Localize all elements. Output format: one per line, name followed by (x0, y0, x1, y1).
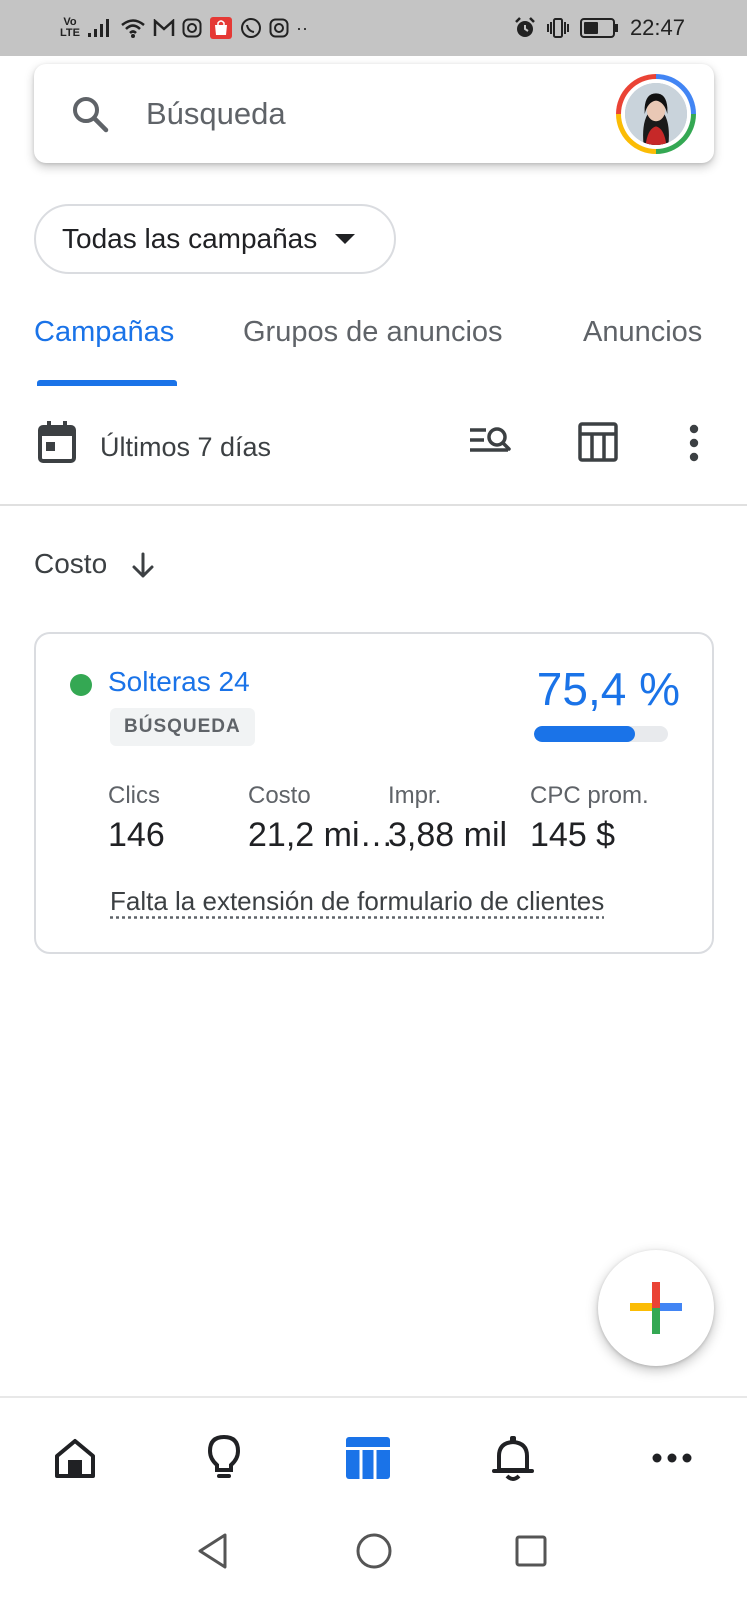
campaign-filter-dropdown[interactable]: Todas las campañas (34, 204, 396, 274)
shopping-icon (209, 17, 232, 39)
sort-label[interactable]: Costo (34, 548, 107, 580)
metric-value: 21,2 mi… (248, 816, 394, 854)
status-bar: Vo LTE ·· 22:47 (0, 0, 747, 56)
system-back-button[interactable] (188, 1526, 238, 1576)
metric-clicks: Clics 146 (108, 782, 165, 855)
metric-value: 145 $ (530, 816, 616, 854)
home-icon (55, 1439, 95, 1478)
toolbar-divider (0, 504, 747, 506)
search-bar[interactable] (34, 64, 714, 163)
metric-cost: Costo 21,2 mi… (248, 782, 394, 855)
bottom-navigation (0, 1396, 747, 1506)
nav-notifications[interactable] (483, 1428, 543, 1488)
metric-label: CPC prom. (530, 782, 649, 809)
wifi-icon (121, 19, 145, 38)
campaign-progress-bar (534, 726, 668, 742)
status-bar-left: Vo LTE ·· (60, 14, 308, 42)
alarm-icon (515, 17, 535, 37)
campaign-percent: 75,4 % (536, 663, 680, 715)
campaigns-table-icon (346, 1437, 390, 1479)
progress-fill (534, 726, 636, 742)
status-bar-right: 22:47 (514, 14, 685, 42)
nav-home[interactable] (45, 1428, 105, 1488)
status-time: 22:47 (629, 15, 685, 40)
account-avatar-button[interactable] (616, 74, 696, 154)
filter-search-icon[interactable] (468, 424, 512, 456)
signal-icon (87, 19, 109, 37)
active-tab-indicator (37, 380, 177, 386)
system-home-button[interactable] (349, 1526, 399, 1576)
campaign-card[interactable]: Solteras 24 BÚSQUEDA 75,4 % Clics 146 Co… (34, 632, 714, 954)
columns-table-icon[interactable] (578, 422, 618, 462)
campaign-name[interactable]: Solteras 24 (108, 666, 250, 698)
campaign-filter-label: Todas las campañas (62, 223, 318, 254)
vibrate-icon (546, 18, 569, 38)
missing-extension-warning-link[interactable]: Falta la extensión de formulario de clie… (110, 886, 604, 917)
arrow-down-icon[interactable] (130, 551, 156, 579)
campaign-type-badge: BÚSQUEDA (110, 708, 255, 746)
calendar-icon[interactable] (37, 420, 77, 464)
avatar (625, 83, 687, 145)
more-notifications: ·· (295, 17, 308, 38)
lightbulb-icon (207, 1434, 241, 1478)
volte-indicator: Vo LTE (60, 17, 80, 39)
metric-label: Impr. (388, 782, 442, 809)
metric-avg-cpc: CPC prom. 145 $ (530, 782, 649, 855)
battery-icon (579, 18, 618, 38)
nav-recommendations[interactable] (194, 1428, 254, 1488)
more-horizontal-icon (652, 1453, 692, 1463)
metric-impressions: Impr. 3,88 mil (388, 782, 507, 855)
back-triangle-icon (198, 1533, 227, 1569)
add-fab-button[interactable] (598, 1250, 714, 1366)
metric-value: 146 (108, 816, 165, 854)
metric-label: Clics (108, 782, 160, 809)
system-navigation-bar (0, 1506, 747, 1600)
metric-label: Costo (248, 782, 311, 809)
nav-more[interactable] (642, 1428, 702, 1488)
gmail-icon (153, 19, 175, 36)
campaign-status-dot (70, 674, 92, 696)
tab-ad-groups[interactable]: Grupos de anuncios (243, 316, 503, 349)
volte-bottom: LTE (60, 27, 80, 39)
metric-value: 3,88 mil (388, 816, 508, 854)
notifications-bell-icon (492, 1436, 534, 1481)
search-icon[interactable] (70, 94, 110, 134)
more-vertical-icon[interactable] (688, 424, 700, 462)
tab-campaigns[interactable]: Campañas (34, 316, 174, 349)
plus-icon (630, 1282, 682, 1334)
caret-down-icon (335, 234, 356, 244)
instagram-icon (182, 18, 202, 38)
date-range-label[interactable]: Últimos 7 días (100, 432, 271, 463)
instagram-icon (269, 18, 289, 38)
recents-square-icon (515, 1535, 547, 1567)
tab-ads[interactable]: Anuncios (583, 316, 702, 349)
system-recents-button[interactable] (506, 1526, 556, 1576)
home-circle-icon (356, 1533, 392, 1569)
whatsapp-icon (240, 18, 261, 38)
nav-campaigns[interactable] (338, 1428, 398, 1488)
search-input[interactable] (146, 89, 586, 139)
